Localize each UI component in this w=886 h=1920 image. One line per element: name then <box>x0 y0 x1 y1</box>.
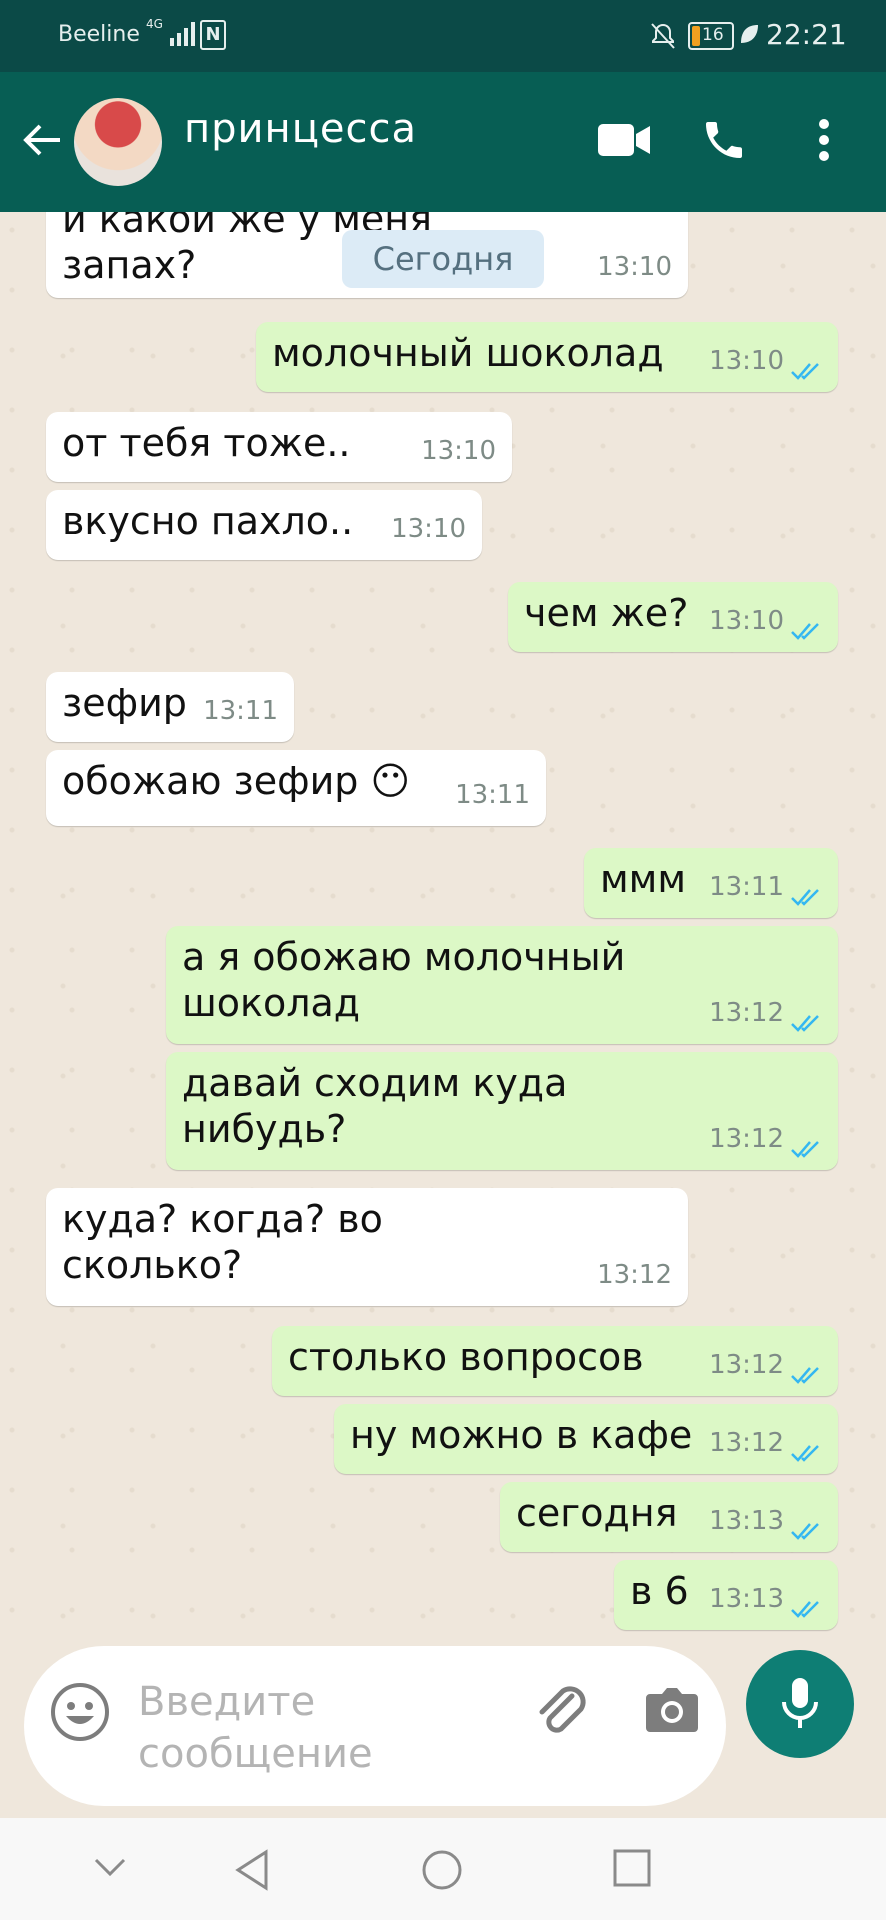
message-bubble-incoming[interactable]: от тебя тоже.. 13:10 <box>46 412 512 482</box>
nav-recents-icon[interactable] <box>612 1848 652 1888</box>
nav-back-icon[interactable] <box>232 1848 272 1892</box>
message-time: 13:11 <box>709 872 784 902</box>
message-time: 13:10 <box>391 514 466 544</box>
read-receipt-icon <box>791 623 819 640</box>
composer: Введите сообщение <box>0 1642 886 1818</box>
message-bubble-outgoing[interactable]: в 6 13:13 <box>614 1560 838 1630</box>
battery-icon: 16 <box>688 22 734 50</box>
read-receipt-icon <box>791 1445 819 1462</box>
read-receipt-icon <box>791 1141 819 1158</box>
notifications-off-icon <box>651 23 675 49</box>
date-separator: Сегодня <box>342 230 544 288</box>
read-receipt-icon <box>791 1015 819 1032</box>
message-time: 13:12 <box>709 1350 784 1380</box>
message-time: 13:12 <box>709 998 784 1028</box>
read-receipt-icon <box>791 1523 819 1540</box>
message-text: куда? когда? во сколько? <box>62 1197 383 1287</box>
network-type: 4G <box>146 17 163 31</box>
attach-icon[interactable] <box>532 1682 592 1742</box>
message-time: 13:13 <box>709 1506 784 1536</box>
mic-icon <box>782 1678 818 1728</box>
message-bubble-outgoing[interactable]: чем же? 13:10 <box>508 582 838 652</box>
contact-avatar[interactable] <box>74 98 162 186</box>
message-time: 13:10 <box>597 252 672 282</box>
message-time: 13:11 <box>455 780 530 810</box>
message-time: 13:10 <box>709 346 784 376</box>
more-vert-icon[interactable] <box>812 118 836 162</box>
message-list[interactable]: и какой же у меня запах? 13:10 Сегодня м… <box>0 212 886 1642</box>
message-time: 13:12 <box>709 1124 784 1154</box>
message-time: 13:13 <box>709 1584 784 1614</box>
nfc-icon: N <box>200 20 226 50</box>
carrier-name: Beeline <box>58 22 140 47</box>
read-receipt-icon <box>791 363 819 380</box>
message-bubble-outgoing[interactable]: давай сходим куда нибудь? 13:12 <box>166 1052 838 1170</box>
camera-icon[interactable] <box>644 1684 700 1736</box>
message-time: 13:11 <box>203 696 278 726</box>
video-call-icon[interactable] <box>596 120 652 160</box>
status-bar: Beeline 4G N 16 22:21 <box>0 0 886 72</box>
contact-name[interactable]: принцесса <box>184 106 417 152</box>
message-time: 13:12 <box>597 1260 672 1290</box>
message-bubble-outgoing[interactable]: сегодня 13:13 <box>500 1482 838 1552</box>
message-bubble-outgoing[interactable]: молочный шоколад 13:10 <box>256 322 838 392</box>
system-nav-bar <box>0 1818 886 1920</box>
nav-home-icon[interactable] <box>420 1848 464 1892</box>
chat-header: принцесса <box>0 72 886 212</box>
message-bubble-incoming[interactable]: куда? когда? во сколько? 13:12 <box>46 1188 688 1306</box>
phone-icon[interactable] <box>700 116 748 164</box>
message-bubble-incoming[interactable]: обожаю зефир 😶 13:11 <box>46 750 546 826</box>
message-bubble-incoming[interactable]: вкусно пахло.. 13:10 <box>46 490 482 560</box>
read-receipt-icon <box>791 889 819 906</box>
message-time: 13:12 <box>709 1428 784 1458</box>
message-time: 13:10 <box>421 436 496 466</box>
mic-button[interactable] <box>746 1650 854 1758</box>
message-bubble-incoming[interactable]: зефир 13:11 <box>46 672 294 742</box>
message-placeholder: Введите сообщение <box>138 1679 373 1777</box>
message-bubble-outgoing[interactable]: ну можно в кафе 13:12 <box>334 1404 838 1474</box>
read-receipt-icon <box>791 1601 819 1618</box>
battery-level: 16 <box>702 25 724 45</box>
emoji-icon[interactable] <box>48 1680 112 1744</box>
message-bubble-outgoing[interactable]: ммм 13:11 <box>584 848 838 918</box>
signal-icon <box>170 22 195 46</box>
power-saving-icon <box>741 25 758 43</box>
message-input[interactable]: Введите сообщение <box>24 1646 726 1806</box>
clock: 22:21 <box>766 18 847 51</box>
back-arrow-icon[interactable] <box>20 118 64 162</box>
chevron-down-icon[interactable] <box>92 1848 128 1884</box>
message-time: 13:10 <box>709 606 784 636</box>
message-bubble-outgoing[interactable]: а я обожаю молочный шоколад 13:12 <box>166 926 838 1044</box>
message-bubble-outgoing[interactable]: столько вопросов 13:12 <box>272 1326 838 1396</box>
read-receipt-icon <box>791 1367 819 1384</box>
